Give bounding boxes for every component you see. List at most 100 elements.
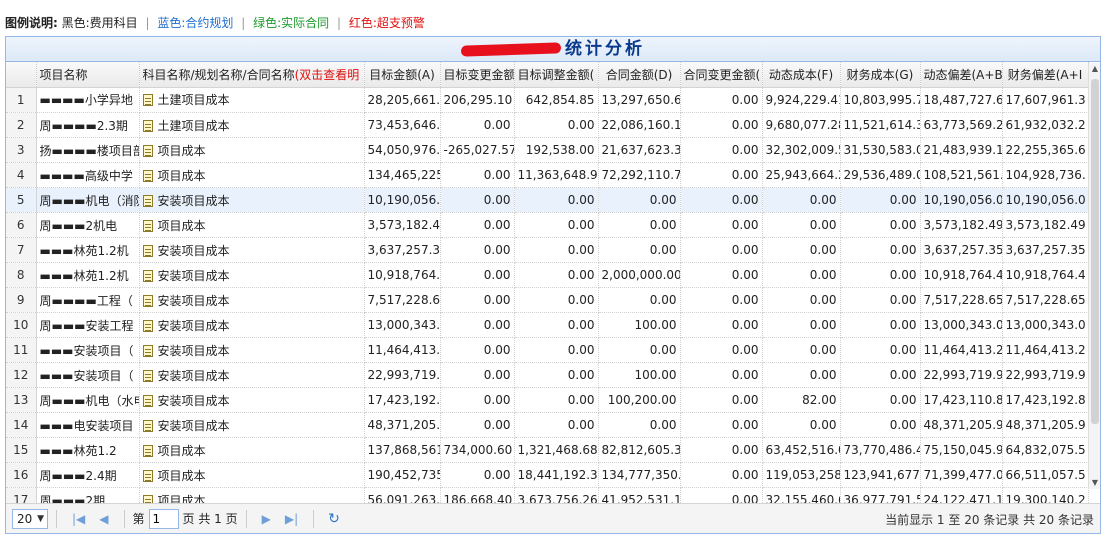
project-name-cell[interactable]: ▬▬▬林苑1.2机 [36, 237, 140, 263]
amount-cell: 0.00 [762, 412, 841, 438]
table-row[interactable]: 3扬▬▬▬▬楼项目部 项目成本 54,050,976.22-265,027.5719… [6, 137, 1089, 163]
amount-cell: 0.00 [680, 462, 763, 488]
project-name-cell[interactable]: 周▬▬▬机电（消防 [36, 187, 140, 213]
table-row[interactable]: 13周▬▬▬机电（水电安装项目成本17,423,192.880.000.0010… [6, 387, 1089, 413]
subject-name-cell[interactable]: 安装项目成本 [139, 312, 365, 338]
col-finance-deviation[interactable]: 财务偏差(A+I [1002, 62, 1089, 88]
amount-cell: 17,423,192.8 [1002, 387, 1089, 413]
prev-page-icon[interactable]: ◀ [99, 512, 108, 526]
subject-name-cell[interactable]: 项目成本 [139, 462, 365, 488]
table-row[interactable]: 8▬▬▬林苑1.2机安装项目成本10,918,764.460.000.002,0… [6, 262, 1089, 288]
amount-cell: 9,924,229.41 [762, 87, 841, 113]
project-name-cell[interactable]: 周▬▬▬2机电 [36, 212, 140, 238]
col-contract-change[interactable]: 合同变更金额( [680, 62, 763, 88]
amount-cell: 10,918,764.46 [364, 262, 441, 288]
project-name-cell[interactable]: 周▬▬▬▬工程（ [36, 287, 140, 313]
amount-cell: 100.00 [598, 362, 681, 388]
project-name-cell[interactable]: 周▬▬▬▬2.3期 [36, 112, 140, 138]
subject-name-cell[interactable]: 安装项目成本 [139, 262, 365, 288]
col-target-adjust[interactable]: 目标调整金额( [514, 62, 599, 88]
subject-name-cell[interactable]: 土建项目成本 [139, 87, 365, 113]
table-row[interactable]: 10周▬▬▬安装工程（安装项目成本13,000,343.010.000.0010… [6, 312, 1089, 338]
subject-name-cell[interactable]: 安装项目成本 [139, 412, 365, 438]
last-page-icon[interactable]: ▶| [285, 512, 298, 526]
project-name-cell[interactable]: ▬▬▬▬高级中学 [36, 162, 140, 188]
subject-name-cell[interactable]: 安装项目成本 [139, 287, 365, 313]
project-name-cell[interactable]: ▬▬▬安装项目（ [36, 362, 140, 388]
table-row[interactable]: 16周▬▬▬2.4期项目成本190,452,735.50.0018,441,19… [6, 462, 1089, 488]
amount-cell: 54,050,976.22 [364, 137, 441, 163]
table-row[interactable]: 1▬▬▬▬小学异地 土建项目成本 28,205,661.97206,295.1064… [6, 87, 1089, 113]
table-row[interactable]: 14▬▬▬电安装项目安装项目成本48,371,205.900.000.000.0… [6, 412, 1089, 438]
project-name-cell[interactable]: 周▬▬▬2.4期 [36, 462, 140, 488]
subject-name-cell[interactable]: 安装项目成本 [139, 387, 365, 413]
subject-name-cell[interactable]: 土建项目成本 [139, 112, 365, 138]
table-row[interactable]: 4▬▬▬▬高级中学项目成本134,465,225.70.0011,363,648… [6, 162, 1089, 188]
table-row[interactable]: 2周▬▬▬▬2.3期土建项目成本73,453,646.540.000.0022,… [6, 112, 1089, 138]
refresh-icon[interactable]: ↻ [328, 511, 340, 527]
page-size-select[interactable]: 20 ▼ [12, 508, 48, 529]
table-row[interactable]: 9 周▬▬▬▬工程（ 安装项目成本 7,517,228.65 0.00 0.00 0.00 0… [6, 287, 1089, 313]
subject-name-cell[interactable]: 安装项目成本 [139, 362, 365, 388]
col-target-amount[interactable]: 目标金额(A) [364, 62, 441, 88]
project-name-cell[interactable]: 周▬▬▬机电（水电 [36, 387, 140, 413]
subject-name-cell[interactable]: 项目成本 [139, 437, 365, 463]
project-name-cell[interactable]: ▬▬▬▬小学异地 [36, 87, 140, 113]
document-icon [142, 169, 153, 182]
project-name-cell[interactable]: ▬▬▬电安装项目 [36, 412, 140, 438]
table-row[interactable]: 12▬▬▬安装项目（安装项目成本22,993,719.970.000.00100… [6, 362, 1089, 388]
subject-name-cell[interactable]: 项目成本 [139, 212, 365, 238]
document-icon [142, 419, 153, 432]
amount-cell: 1,321,468.68 [514, 437, 599, 463]
scroll-up-icon[interactable]: ▲ [1089, 63, 1100, 75]
amount-cell: 3,637,257.35 [1002, 237, 1089, 263]
project-name-cell[interactable]: 周▬▬▬安装工程（ [36, 312, 140, 338]
chevron-down-icon: ▼ [37, 513, 44, 524]
data-grid-body[interactable]: 1▬▬▬▬小学异地土建项目成本28,205,661.97206,295.1064… [6, 87, 1100, 514]
subject-name-cell[interactable]: 项目成本 [139, 137, 365, 163]
vertical-scrollbar[interactable]: ▲ ▼ [1088, 63, 1100, 489]
project-name-cell[interactable]: ▬▬▬林苑1.2 [36, 437, 140, 463]
table-row[interactable]: 7 ▬▬▬林苑1.2机 安装项目成本 3,637,257.35 0.00 0.00 0.00… [6, 237, 1089, 263]
table-row[interactable]: 15▬▬▬林苑1.2 项目成本 137,868,561.3734,000.601,3… [6, 437, 1089, 463]
col-subject-name[interactable]: 科目名称/规划名称/合同名称(双击查看明 [139, 62, 365, 88]
project-name-cell[interactable]: 扬▬▬▬▬楼项目部 [36, 137, 140, 163]
first-page-icon[interactable]: |◀ [72, 512, 85, 526]
amount-cell: 104,928,736. [1002, 162, 1089, 188]
amount-cell: 0.00 [598, 337, 681, 363]
subject-name-cell[interactable]: 安装项目成本 [139, 237, 365, 263]
page-total-label: 页 共 1 页 [182, 512, 238, 526]
amount-cell: 3,573,182.49 [364, 212, 441, 238]
scroll-thumb[interactable] [1091, 79, 1099, 424]
table-row[interactable]: 6 周▬▬▬2机电 项目成本 3,573,182.49 0.00 0.00 0.00 0.00… [6, 212, 1089, 238]
amount-cell: 72,292,110.75 [598, 162, 681, 188]
amount-cell: 13,000,343.01 [364, 312, 441, 338]
document-icon [142, 269, 153, 282]
col-project-name[interactable]: 项目名称 [36, 62, 140, 88]
amount-cell: 0.00 [840, 387, 921, 413]
col-dynamic-deviation[interactable]: 动态偏差(A+B [920, 62, 1003, 88]
table-row[interactable]: 5周▬▬▬机电（消防安装项目成本10,190,056.050.000.000.0… [6, 187, 1089, 213]
project-name-cell[interactable]: ▬▬▬林苑1.2机 [36, 262, 140, 288]
amount-cell: 61,932,032.2 [1002, 112, 1089, 138]
project-name-cell[interactable]: ▬▬▬安装项目（ [36, 337, 140, 363]
amount-cell: 0.00 [762, 187, 841, 213]
next-page-icon[interactable]: ▶ [262, 512, 271, 526]
subject-name-cell[interactable]: 安装项目成本 [139, 337, 365, 363]
col-contract-amount[interactable]: 合同金额(D) [598, 62, 681, 88]
col-target-change[interactable]: 目标变更金额( [440, 62, 515, 88]
legend-blue: 蓝色:合约规划 [157, 16, 234, 30]
table-row[interactable]: 11▬▬▬安装项目（安装项目成本11,464,413.250.000.000.0… [6, 337, 1089, 363]
subject-name-cell[interactable]: 项目成本 [139, 162, 365, 188]
page-number-input[interactable] [148, 508, 179, 529]
amount-cell: 48,371,205.90 [920, 412, 1003, 438]
col-dynamic-cost[interactable]: 动态成本(F) [762, 62, 841, 88]
col-finance-cost[interactable]: 财务成本(G) [840, 62, 921, 88]
subject-name-cell[interactable]: 安装项目成本 [139, 187, 365, 213]
scroll-down-icon[interactable]: ▼ [1089, 477, 1100, 489]
amount-cell: 0.00 [598, 287, 681, 313]
legend-separator: | [337, 16, 342, 30]
data-grid-header: 项目名称 科目名称/规划名称/合同名称(双击查看明 目标金额(A) 目标变更金额… [6, 62, 1089, 88]
amount-cell: 0.00 [762, 337, 841, 363]
amount-cell: 134,465,225.7 [364, 162, 441, 188]
